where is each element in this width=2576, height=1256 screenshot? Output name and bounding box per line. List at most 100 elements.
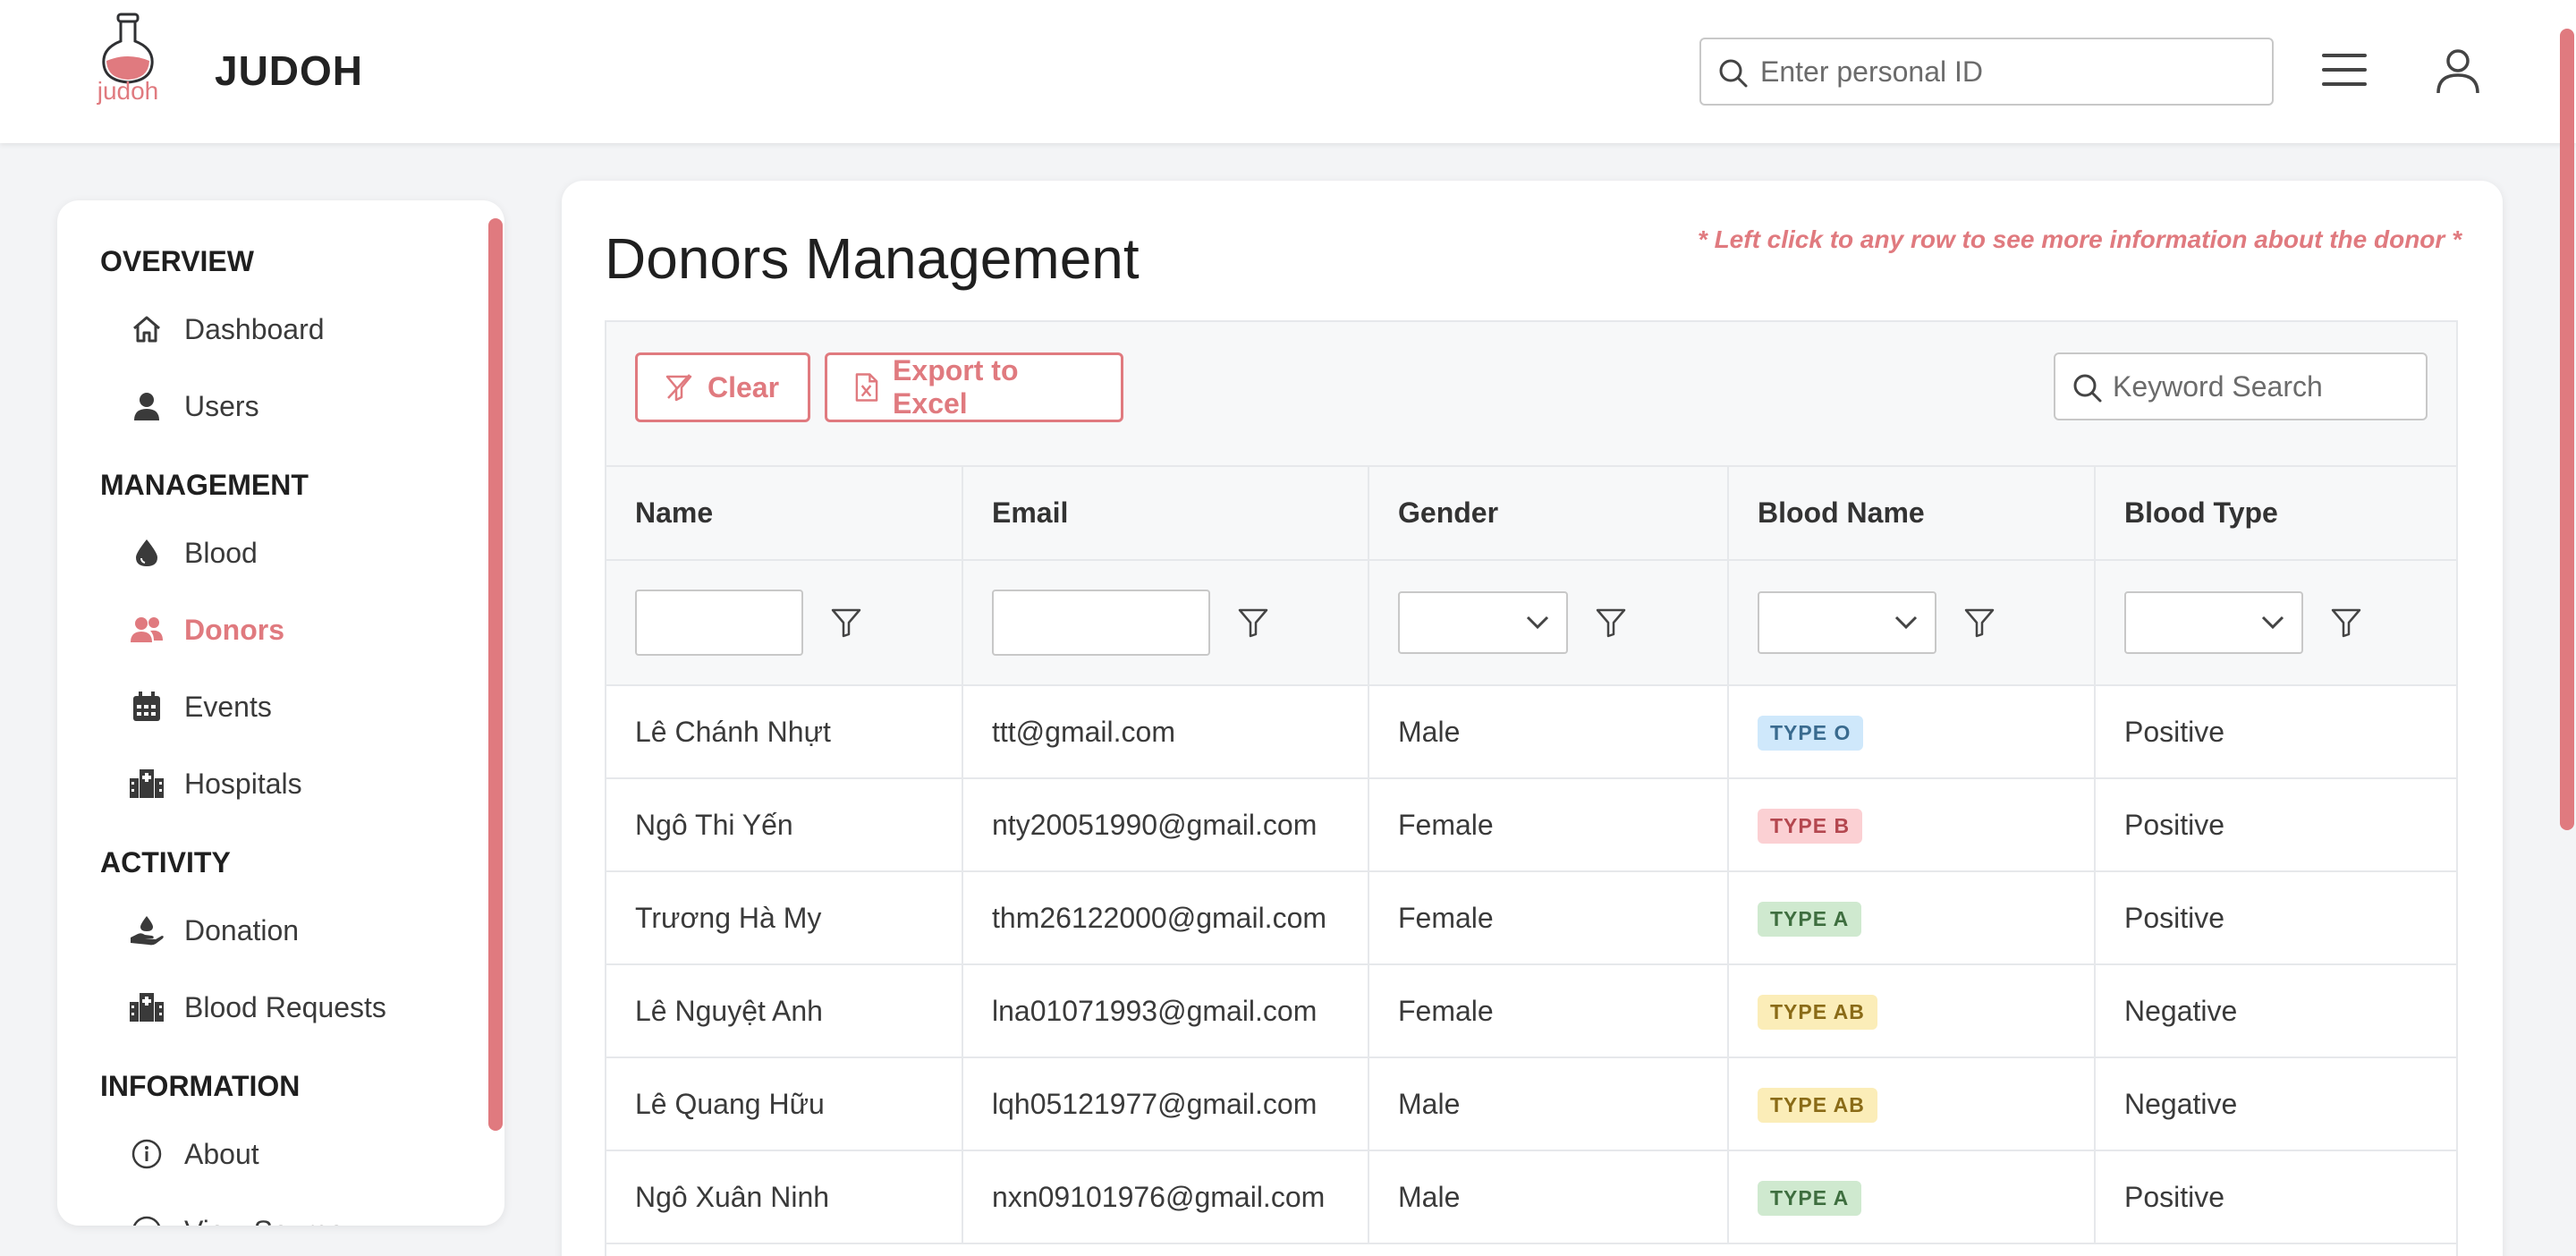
filter-icon[interactable] (1595, 607, 1627, 639)
main-card: Donors Management * Left click to any ro… (562, 181, 2503, 1256)
sidebar-item-events[interactable]: Events (129, 678, 469, 735)
export-excel-button[interactable]: Export to Excel (825, 352, 1123, 422)
sidebar-item-label: Donors (184, 613, 284, 646)
chevron-down-icon (2261, 615, 2284, 630)
clear-filters-button[interactable]: Clear (635, 352, 810, 422)
blood-type-tag: TYPE O (1758, 715, 1864, 751)
column-header-gender[interactable]: Gender (1368, 467, 1729, 561)
table-row[interactable]: Ngô Xuân Ninh nxn09101976@gmail.com Male… (606, 1150, 2456, 1244)
blood-name-filter-select[interactable] (1758, 591, 1936, 654)
sidebar-item-blood-requests[interactable]: Blood Requests (129, 979, 469, 1036)
brand-title[interactable]: JUDOH (215, 47, 363, 95)
page-title: Donors Management (605, 226, 1140, 291)
cell-email: ttt@gmail.com (962, 685, 1369, 779)
sidebar-item-view-source[interactable]: View Source (129, 1202, 469, 1226)
cell-blood-name: TYPE A (1728, 871, 2096, 965)
search-icon (2073, 374, 2102, 403)
table-toolbar: Clear Export to Excel (606, 322, 2456, 467)
table-row[interactable]: Trương Hà My thm26122000@gmail.com Femal… (606, 871, 2456, 965)
excel-file-icon (855, 373, 878, 402)
hospital-icon (129, 766, 165, 802)
hospital-icon (129, 989, 165, 1025)
column-header-name[interactable]: Name (606, 467, 963, 561)
filter-icon[interactable] (830, 607, 862, 639)
section-title-management: MANAGEMENT (100, 469, 309, 501)
filter-icon[interactable] (1237, 607, 1269, 639)
cell-blood-type: Negative (2095, 964, 2456, 1058)
sidebar-item-users[interactable]: Users (129, 378, 469, 435)
sidebar-item-label: Donation (184, 913, 300, 946)
table-row[interactable]: Ngô Thi Yến nty20051990@gmail.com Female… (606, 778, 2456, 872)
cell-name: Lê Nguyệt Anh (606, 964, 963, 1058)
cell-email: thm26122000@gmail.com (962, 871, 1369, 965)
name-filter-input[interactable] (635, 590, 803, 656)
filter-slash-icon (665, 374, 692, 402)
top-bar: judoh JUDOH (0, 0, 2576, 143)
filter-icon[interactable] (1963, 607, 1996, 639)
chevron-down-icon (1894, 615, 1918, 630)
sidebar-item-donation[interactable]: Donation (129, 902, 469, 959)
home-icon (129, 311, 165, 347)
blood-type-tag: TYPE AB (1758, 1087, 1877, 1123)
table-row[interactable]: Lê Quang Hữu lqh05121977@gmail.com Male … (606, 1057, 2456, 1151)
logo-text: judoh (97, 77, 159, 105)
cell-blood-type: Positive (2095, 871, 2456, 965)
account-icon[interactable] (2433, 45, 2483, 95)
cell-email: nty20051990@gmail.com (962, 778, 1369, 872)
column-header-blood-name[interactable]: Blood Name (1728, 467, 2096, 561)
filter-cell-name (606, 560, 963, 686)
info-circle-icon (129, 1136, 165, 1172)
section-title-information: INFORMATION (100, 1070, 301, 1102)
cell-name: Ngô Thi Yến (606, 778, 963, 872)
table-row[interactable]: Lê Nguyệt Anh lna01071993@gmail.com Fema… (606, 964, 2456, 1058)
sidebar-item-label: View Source (184, 1215, 344, 1226)
sidebar-item-donors[interactable]: Donors (129, 601, 469, 658)
cell-gender: Female (1368, 964, 1729, 1058)
gender-filter-select[interactable] (1398, 591, 1568, 654)
sidebar-item-blood[interactable]: Blood (129, 524, 469, 581)
filter-cell-blood-type (2095, 560, 2456, 686)
filter-cell-blood-name (1728, 560, 2096, 686)
filter-cell-email (962, 560, 1369, 686)
section-title-activity: ACTIVITY (100, 846, 231, 878)
cell-email: lna01071993@gmail.com (962, 964, 1369, 1058)
blood-type-filter-select[interactable] (2124, 591, 2303, 654)
keyword-search (2054, 352, 2428, 420)
blood-type-tag: TYPE A (1758, 1180, 1862, 1216)
cell-blood-name: TYPE AB (1728, 1057, 2096, 1151)
donors-grid: Name Email Gender Blood Name Blood Type (606, 467, 2456, 1244)
personal-id-input[interactable] (1760, 48, 2261, 95)
cell-email: lqh05121977@gmail.com (962, 1057, 1369, 1151)
keyword-search-input[interactable] (2113, 363, 2417, 410)
filter-row (606, 560, 2456, 686)
menu-icon[interactable] (2320, 50, 2368, 89)
cell-blood-type: Negative (2095, 1057, 2456, 1151)
cell-gender: Male (1368, 685, 1729, 779)
cell-email: nxn09101976@gmail.com (962, 1150, 1369, 1244)
cell-name: Ngô Xuân Ninh (606, 1150, 963, 1244)
cell-gender: Male (1368, 1150, 1729, 1244)
cell-blood-name: TYPE O (1728, 685, 2096, 779)
column-header-email[interactable]: Email (962, 467, 1369, 561)
table-row[interactable]: Lê Chánh Nhựt ttt@gmail.com Male TYPE O … (606, 685, 2456, 779)
sidebar-item-label: Blood Requests (184, 990, 386, 1023)
sidebar-item-label: Users (184, 389, 259, 422)
sidebar-item-hospitals[interactable]: Hospitals (129, 755, 469, 812)
sidebar-scrollbar[interactable] (488, 218, 503, 1131)
code-circle-icon (129, 1213, 165, 1226)
filter-icon[interactable] (2330, 607, 2362, 639)
sidebar-item-about[interactable]: About (129, 1125, 469, 1183)
sidebar-item-label: Blood (184, 536, 258, 569)
column-header-blood-type[interactable]: Blood Type (2095, 467, 2456, 561)
blood-type-tag: TYPE B (1758, 808, 1863, 844)
user-icon (129, 388, 165, 424)
section-title-overview: OVERVIEW (100, 245, 254, 277)
sidebar-item-dashboard[interactable]: Dashboard (129, 301, 469, 358)
chevron-down-icon (1526, 615, 1549, 630)
cell-gender: Female (1368, 871, 1729, 965)
sidebar-item-label: Events (184, 690, 272, 723)
page-scrollbar[interactable] (2560, 29, 2574, 830)
email-filter-input[interactable] (992, 590, 1210, 656)
clear-button-label: Clear (708, 370, 780, 403)
sidebar-item-label: About (184, 1137, 259, 1170)
